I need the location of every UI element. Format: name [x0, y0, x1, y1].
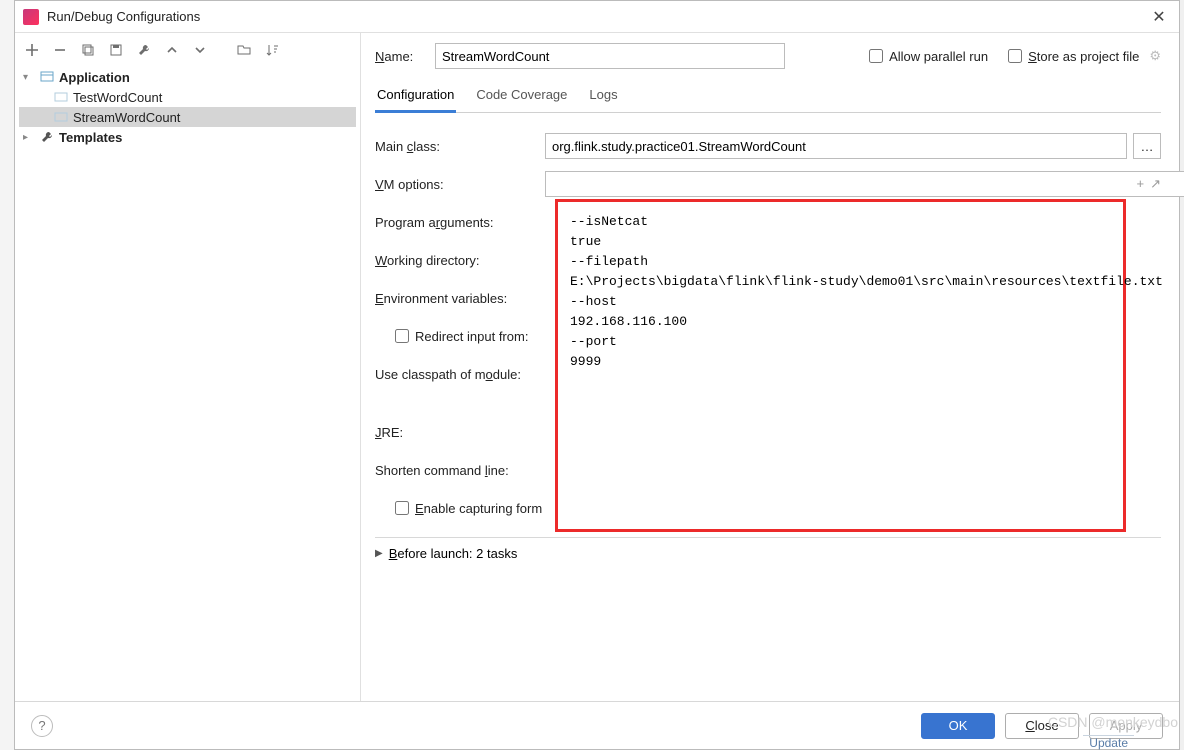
main-class-input[interactable]	[545, 133, 1127, 159]
gear-icon[interactable]: ⚙	[1149, 48, 1161, 64]
chevron-down-icon: ▾	[23, 72, 35, 83]
tree-item-label: StreamWordCount	[73, 110, 180, 125]
tree-node-templates[interactable]: ▸ Templates	[19, 127, 356, 147]
store-project-label: Store as project file	[1028, 49, 1139, 64]
chevron-right-icon: ▸	[23, 132, 35, 143]
wrench-icon	[39, 129, 55, 145]
down-icon[interactable]	[191, 41, 209, 59]
sidebar-toolbar	[15, 37, 360, 67]
redirect-checkbox[interactable]: Redirect input from:	[395, 329, 565, 344]
before-launch-toggle[interactable]: ▶ Before launch: 2 tasks	[375, 546, 1161, 561]
tree-node-application[interactable]: ▾ Application	[19, 67, 356, 87]
browse-button[interactable]: …	[1133, 133, 1161, 159]
tree-item-selected[interactable]: StreamWordCount	[19, 107, 356, 127]
sort-icon[interactable]	[263, 41, 281, 59]
save-icon[interactable]	[107, 41, 125, 59]
enable-capture-label: Enable capturing form	[415, 501, 542, 516]
name-input[interactable]	[435, 43, 785, 69]
checkbox-icon[interactable]	[869, 49, 883, 63]
vm-options-label: VM options:	[375, 177, 545, 192]
store-project-checkbox[interactable]: Store as project file	[1008, 49, 1139, 64]
tree-item-label: TestWordCount	[73, 90, 162, 105]
application-group-icon	[39, 69, 55, 85]
help-icon[interactable]: ?	[31, 715, 53, 737]
run-config-icon	[53, 89, 69, 105]
chevron-right-icon: ▶	[375, 548, 383, 559]
tab-logs[interactable]: Logs	[587, 81, 619, 112]
working-dir-label: Working directory:	[375, 253, 545, 268]
up-icon[interactable]	[163, 41, 181, 59]
ok-button[interactable]: OK	[921, 713, 995, 739]
footer: ? OK Close Apply	[15, 701, 1179, 749]
sidebar: ▾ Application TestWordCount StreamWordCo…	[15, 33, 361, 701]
left-gutter	[0, 0, 14, 750]
name-label: Name:	[375, 49, 435, 64]
tree-label: Templates	[59, 130, 122, 145]
app-icon	[23, 9, 39, 25]
add-icon[interactable]	[23, 41, 41, 59]
wrench-icon[interactable]	[135, 41, 153, 59]
tab-code-coverage[interactable]: Code Coverage	[474, 81, 569, 112]
config-tree: ▾ Application TestWordCount StreamWordCo…	[15, 67, 360, 697]
vm-field-icons: + ↗	[1137, 176, 1162, 192]
watermark: CSDN @monkeydbo	[1048, 714, 1178, 730]
close-icon[interactable]: ✕	[1147, 7, 1171, 27]
program-args-label: Program arguments:	[375, 215, 545, 230]
jre-label: JRE:	[375, 425, 545, 440]
tree-label: Application	[59, 70, 130, 85]
checkbox-icon[interactable]	[1008, 49, 1022, 63]
main-class-row: Main class: …	[375, 127, 1161, 165]
divider	[375, 537, 1161, 538]
env-vars-label: Environment variables:	[375, 291, 545, 306]
name-row: Name: Allow parallel run Store as projec…	[375, 43, 1161, 69]
window-title: Run/Debug Configurations	[47, 9, 1147, 24]
update-link[interactable]: Update	[1083, 735, 1134, 750]
expand-icon[interactable]: ↗	[1150, 176, 1161, 192]
titlebar: Run/Debug Configurations ✕	[15, 1, 1179, 33]
vm-options-input[interactable]	[545, 171, 1184, 197]
redirect-label: Redirect input from:	[415, 329, 528, 344]
allow-parallel-label: Allow parallel run	[889, 49, 988, 64]
tabs: Configuration Code Coverage Logs	[375, 81, 1161, 113]
before-launch-label: Before launch: 2 tasks	[389, 546, 518, 561]
remove-icon[interactable]	[51, 41, 69, 59]
checkbox-icon[interactable]	[395, 329, 409, 343]
folder-icon[interactable]	[235, 41, 253, 59]
allow-parallel-checkbox[interactable]: Allow parallel run	[869, 49, 988, 64]
add-icon[interactable]: +	[1137, 176, 1145, 192]
copy-icon[interactable]	[79, 41, 97, 59]
run-config-icon	[53, 109, 69, 125]
enable-capture-checkbox[interactable]: Enable capturing form	[395, 501, 542, 516]
tree-item[interactable]: TestWordCount	[19, 87, 356, 107]
tab-configuration[interactable]: Configuration	[375, 81, 456, 113]
checkbox-icon[interactable]	[395, 501, 409, 515]
main-class-label: Main class:	[375, 139, 545, 154]
classpath-label: Use classpath of module:	[375, 367, 545, 382]
shorten-cmd-label: Shorten command line:	[375, 463, 545, 478]
vm-options-row: VM options: + ↗	[375, 165, 1161, 203]
program-arguments-popup[interactable]: --isNetcat true --filepath E:\Projects\b…	[555, 199, 1126, 532]
